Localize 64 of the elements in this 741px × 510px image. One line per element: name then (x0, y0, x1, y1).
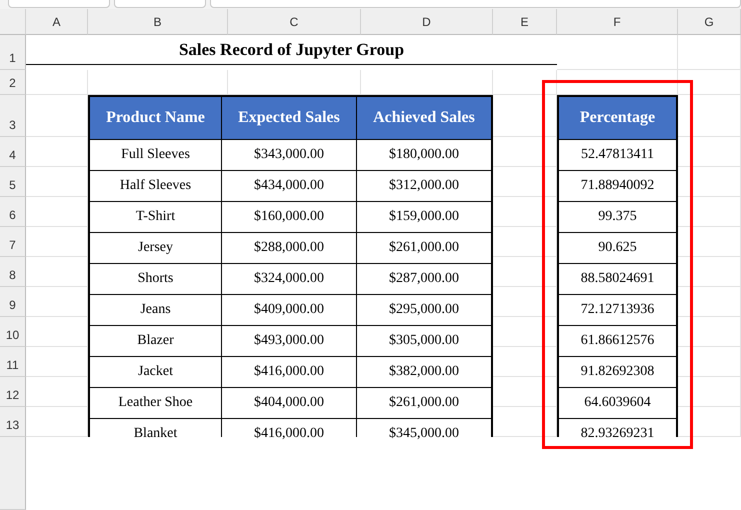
table-cell: 91.82692308 (559, 357, 676, 387)
table-cell: $159,000.00 (357, 202, 491, 232)
column-header[interactable]: E (493, 9, 557, 35)
column-header[interactable]: C (228, 9, 361, 35)
table-cell: Leather Shoe (90, 388, 221, 418)
table-header-cell: Percentage (559, 97, 676, 139)
row-header[interactable]: 10 (0, 317, 26, 347)
table-cell: Jeans (90, 295, 221, 325)
table-cell: 61.86612576 (559, 326, 676, 356)
table-cell: $493,000.00 (222, 326, 356, 356)
row-header[interactable]: 9 (0, 287, 26, 317)
table-cell: $409,000.00 (222, 295, 356, 325)
table-cell: Jacket (90, 357, 221, 387)
table-cell: $180,000.00 (357, 140, 491, 170)
table-cell: Half Sleeves (90, 171, 221, 201)
row-header[interactable]: 11 (0, 347, 26, 377)
table-cell: Blazer (90, 326, 221, 356)
row-header[interactable]: 2 (0, 70, 26, 95)
worksheet-cell[interactable] (26, 70, 88, 95)
table-cell: 72.12713936 (559, 295, 676, 325)
row-header[interactable]: 13 (0, 407, 26, 437)
column-header[interactable]: G (678, 9, 741, 35)
worksheet-cell[interactable] (678, 35, 741, 70)
table-cell: $295,000.00 (357, 295, 491, 325)
row-header[interactable]: 1 (0, 35, 26, 70)
worksheet-cell[interactable] (493, 70, 557, 95)
table-cell: $287,000.00 (357, 264, 491, 294)
table-cell: Jersey (90, 233, 221, 263)
table-cell: $416,000.00 (222, 357, 356, 387)
table-cell: $305,000.00 (357, 326, 491, 356)
table-header-cell: Achieved Sales (357, 97, 491, 139)
worksheet-cell[interactable] (678, 70, 741, 95)
table-cell: Full Sleeves (90, 140, 221, 170)
table-cell: 90.625 (559, 233, 676, 263)
table-cell: $434,000.00 (222, 171, 356, 201)
table-cell: $261,000.00 (357, 233, 491, 263)
table-header-cell: Expected Sales (222, 97, 356, 139)
table-cell: $404,000.00 (222, 388, 356, 418)
table-cell: 88.58024691 (559, 264, 676, 294)
row-header[interactable]: 8 (0, 257, 26, 287)
table-cell: 99.375 (559, 202, 676, 232)
table-cell: 71.88940092 (559, 171, 676, 201)
column-header[interactable]: A (26, 9, 88, 35)
column-header[interactable]: B (88, 9, 228, 35)
table-cell: $160,000.00 (222, 202, 356, 232)
row-header[interactable]: 6 (0, 197, 26, 227)
row-header[interactable]: 12 (0, 377, 26, 407)
table-cell: 64.6039604 (559, 388, 676, 418)
column-header[interactable]: D (361, 9, 493, 35)
table-header-cell: Product Name (90, 97, 221, 139)
column-header[interactable]: F (557, 9, 678, 35)
table-cell: $343,000.00 (222, 140, 356, 170)
table-cell: $382,000.00 (357, 357, 491, 387)
table-cell: Shorts (90, 264, 221, 294)
row-header[interactable]: 4 (0, 137, 26, 167)
row-header[interactable]: 5 (0, 167, 26, 197)
table-cell: $288,000.00 (222, 233, 356, 263)
table-cell: T-Shirt (90, 202, 221, 232)
row-header[interactable]: 7 (0, 227, 26, 257)
table-cell: 52.47813411 (559, 140, 676, 170)
row-header[interactable]: 3 (0, 95, 26, 137)
table-cell: $261,000.00 (357, 388, 491, 418)
table-cell: $324,000.00 (222, 264, 356, 294)
table-cell: $312,000.00 (357, 171, 491, 201)
